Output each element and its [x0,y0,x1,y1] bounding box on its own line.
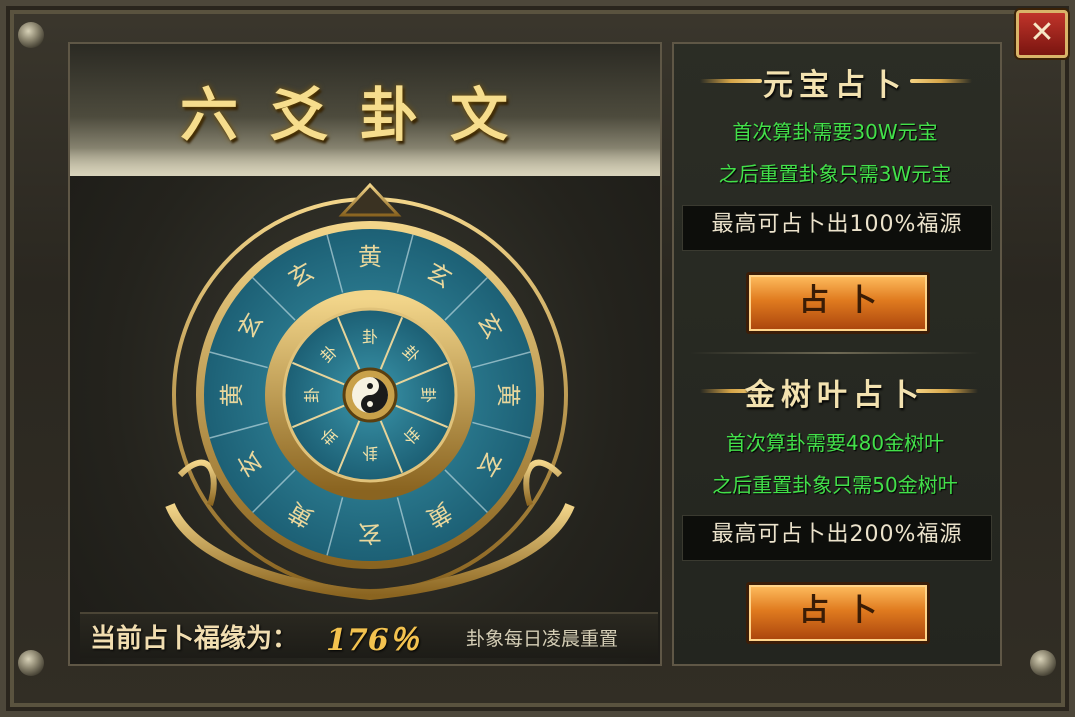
ingot-max-bonus: 最高可占卜出100%福源 [682,205,992,251]
ingot-divine-button[interactable]: 占卜 [746,272,930,334]
close-button[interactable]: ✕ [1016,10,1068,58]
reset-note: 卦象每日凌晨重置 [466,628,619,650]
wheel-glyph: 黄 [494,383,522,407]
corner-rivet-icon [18,650,44,676]
wheel-glyph: 玄 [358,519,382,547]
leaf-max-bonus: 最高可占卜出200%福源 [682,515,992,561]
leaf-divination-title: 金树叶占卜 [745,378,925,413]
wheel-glyph: 黄 [358,243,382,271]
page-title: 六爻卦文 [179,81,540,149]
wheel-glyph: 卦 [362,444,378,463]
wheel-glyph: 卦 [303,387,322,403]
wheel-glyph: 黄 [218,383,246,407]
wheel-glyph: 卦 [419,387,438,403]
leaf-divine-button[interactable]: 占卜 [746,582,930,644]
wheel-glyph: 卦 [362,328,378,347]
leaf-reset-cost: 之后重置卦象只需50金树叶 [712,473,958,497]
leaf-first-cost: 首次算卦需要480金树叶 [725,431,945,455]
ingot-divination-title: 元宝占卜 [763,68,907,103]
close-icon: ✕ [1029,15,1055,50]
fortune-label: 当前占卜福缘为： [90,624,299,654]
ingot-reset-cost: 之后重置卦象只需3W元宝 [718,162,952,186]
divination-wheel[interactable]: 黄玄玄黄玄黄玄黄玄黄玄玄 卦卦卦卦卦卦卦卦 [150,175,590,605]
fortune-value: 176％ [326,623,419,658]
section-divider [690,352,980,354]
corner-rivet-icon [1030,650,1056,676]
ingot-first-cost: 首次算卦需要30W元宝 [732,120,938,144]
yin-yang-icon [342,367,398,423]
divine-button-label: 占卜 [799,283,895,318]
divine-button-label: 占卜 [799,593,895,628]
corner-rivet-icon [18,22,44,48]
